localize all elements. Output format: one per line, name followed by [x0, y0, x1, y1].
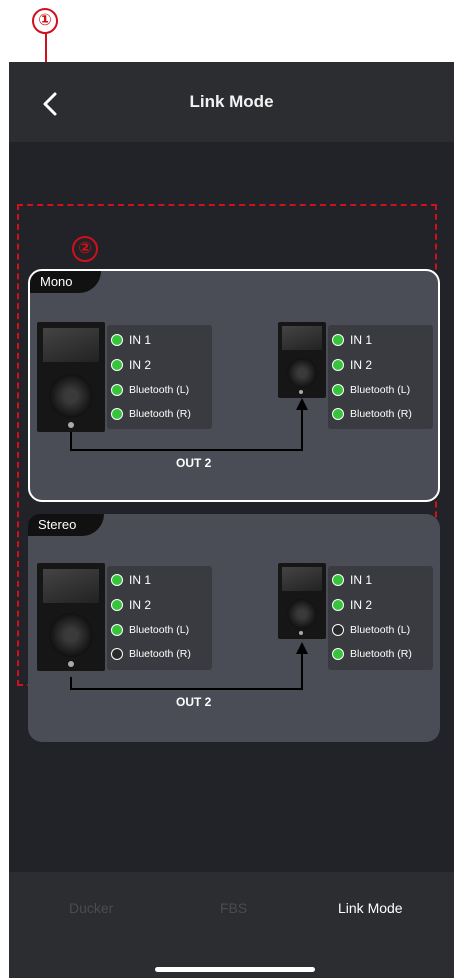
stereo-left-btl: Bluetooth (L) [111, 621, 189, 639]
mono-out-label: OUT 2 [176, 456, 212, 470]
stereo-right-in2: IN 2 [332, 596, 372, 614]
mono-out-wire [70, 398, 308, 690]
stereo-out-label: OUT 2 [176, 695, 212, 709]
stereo-left-speaker [37, 563, 105, 671]
stereo-right-inputs: IN 1 IN 2 Bluetooth (L) Bluetooth (R) [328, 566, 433, 670]
led-indicator [111, 574, 123, 586]
led-indicator [332, 648, 344, 660]
stereo-left-btr: Bluetooth (R) [111, 645, 191, 663]
led-indicator [111, 599, 123, 611]
stereo-right-in1: IN 1 [332, 571, 372, 589]
led-indicator [332, 624, 344, 636]
led-indicator [332, 574, 344, 586]
stereo-left-inputs: IN 1 IN 2 Bluetooth (L) Bluetooth (R) [107, 566, 212, 670]
stereo-right-btr: Bluetooth (R) [332, 645, 412, 663]
stereo-right-btl: Bluetooth (L) [332, 621, 410, 639]
led-indicator [332, 599, 344, 611]
stereo-right-speaker [278, 563, 326, 639]
led-indicator [111, 648, 123, 660]
stereo-left-in1: IN 1 [111, 571, 151, 589]
led-indicator [111, 624, 123, 636]
stereo-left-in2: IN 2 [111, 596, 151, 614]
